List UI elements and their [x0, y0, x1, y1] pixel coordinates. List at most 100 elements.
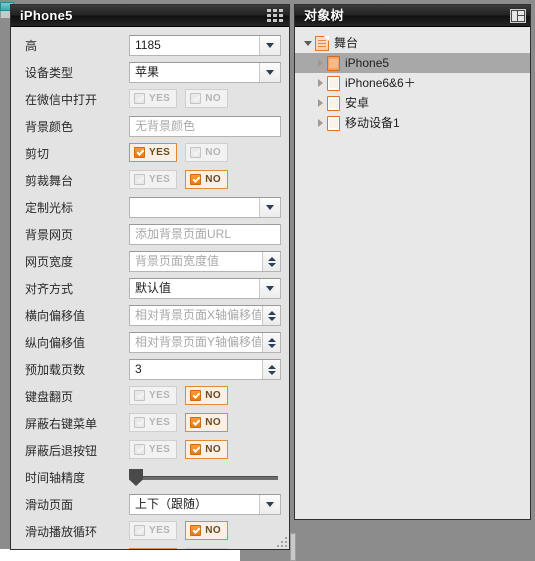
no-label: NO [205, 147, 222, 158]
stepper-arrows[interactable] [262, 306, 280, 325]
tree-node[interactable]: iPhone5 [295, 53, 530, 73]
chevron-up-icon [267, 256, 276, 261]
app-root: iPhone5 高 1185 设备类型 苹果 在微信中打开 YES NO 背景颜色 无背景颜色剪… [0, 0, 535, 561]
object-tree-title: 对象树 [304, 7, 344, 23]
property-field [129, 197, 281, 218]
text-input[interactable]: 无背景颜色 [129, 116, 281, 137]
dropdown-select[interactable]: 苹果 [129, 62, 281, 83]
yes-toggle[interactable]: YES [129, 143, 178, 162]
number-stepper[interactable]: 3 [129, 359, 281, 380]
tree-node[interactable]: iPhone6&6＋ [295, 73, 530, 93]
stepper-arrows[interactable] [262, 252, 280, 271]
chevron-down-icon[interactable] [259, 495, 280, 514]
no-label: NO [205, 174, 222, 185]
property-field: YES NO [129, 521, 281, 542]
number-stepper[interactable]: 相对背景页面Y轴偏移值 [129, 332, 281, 353]
property-field: 3 [129, 359, 281, 380]
yes-toggle[interactable]: YES [129, 170, 178, 189]
object-tree-header[interactable]: 对象树 [295, 5, 530, 27]
number-stepper[interactable]: 背景页面宽度值 [129, 251, 281, 272]
yes-toggle[interactable]: YES [129, 413, 178, 432]
yes-label: YES [149, 93, 171, 104]
property-row: 对齐方式 默认值 [19, 276, 281, 301]
property-row: 屏蔽右键菜单 YES NO [19, 411, 281, 436]
property-row: 背景网页 添加背景页面URL [19, 222, 281, 247]
no-toggle[interactable]: NO [185, 386, 229, 405]
yes-label: YES [149, 417, 171, 428]
properties-panel-header[interactable]: iPhone5 [11, 5, 289, 27]
triangle-down-icon[interactable] [301, 40, 315, 46]
no-toggle[interactable]: NO [185, 143, 229, 162]
tree-node[interactable]: 舞台 [295, 33, 530, 53]
no-toggle[interactable]: NO [185, 170, 229, 189]
no-toggle[interactable]: NO [185, 521, 229, 540]
dropdown-select[interactable]: 上下（跟随） [129, 494, 281, 515]
text-input[interactable]: 添加背景页面URL [129, 224, 281, 245]
yes-toggle[interactable]: YES [129, 521, 178, 540]
property-label: 在微信中打开 [25, 93, 98, 107]
yes-toggle[interactable]: YES [129, 440, 178, 459]
chevron-down-icon[interactable] [259, 63, 280, 82]
slider-track[interactable] [137, 476, 278, 480]
no-label: NO [205, 93, 222, 104]
yes-label: YES [149, 174, 171, 185]
properties-panel-title: iPhone5 [20, 7, 73, 23]
checkbox-icon [134, 174, 145, 185]
property-label: 设备类型 [25, 66, 74, 80]
tree-node[interactable]: 移动设备1 [295, 113, 530, 133]
tree-node-label: iPhone6&6＋ [345, 76, 416, 90]
panel-layout-icon[interactable] [510, 8, 526, 23]
property-row: 背景颜色 无背景颜色 [19, 114, 281, 139]
yes-toggle[interactable]: YES [129, 386, 178, 405]
checkbox-icon [134, 147, 145, 158]
slider-handle[interactable] [129, 469, 143, 486]
chevron-up-icon [267, 310, 276, 315]
property-field: YES NO [129, 170, 281, 191]
triangle-right-icon[interactable] [313, 79, 327, 87]
property-label: 横向偏移值 [25, 309, 86, 323]
stepper-arrows[interactable] [262, 360, 280, 379]
property-label: 背景颜色 [25, 120, 74, 134]
chevron-down-icon[interactable] [259, 279, 280, 298]
property-row: 滑动播放循环 YES NO [19, 519, 281, 544]
grid-dots-icon[interactable] [267, 9, 283, 22]
tree-node-label: 移动设备1 [345, 116, 400, 130]
dropdown-select[interactable]: 1185 [129, 35, 281, 56]
tree-node[interactable]: 安卓 [295, 93, 530, 113]
triangle-right-icon[interactable] [313, 59, 327, 67]
chevron-down-icon [267, 370, 276, 375]
number-stepper[interactable]: 相对背景页面X轴偏移值 [129, 305, 281, 326]
panel-scroll-nub[interactable] [290, 533, 296, 561]
yes-no-toggle-group: YES NO [129, 521, 281, 540]
property-row: 纵向偏移值 相对背景页面Y轴偏移值 [19, 330, 281, 355]
yes-no-toggle-group: YES NO [129, 386, 281, 405]
yes-toggle[interactable]: YES [129, 89, 178, 108]
stepper-arrows[interactable] [262, 333, 280, 352]
no-toggle[interactable]: NO [185, 413, 229, 432]
stepper-value: 相对背景页面X轴偏移值 [135, 308, 261, 322]
no-toggle[interactable]: NO [185, 440, 229, 459]
checkbox-icon [134, 525, 145, 536]
chevron-down-icon[interactable] [259, 36, 280, 55]
no-toggle[interactable]: NO [185, 548, 229, 549]
triangle-right-icon[interactable] [313, 119, 327, 127]
property-label: 屏蔽后退按钮 [25, 444, 98, 458]
chevron-down-icon[interactable] [259, 198, 280, 217]
property-field: 相对背景页面X轴偏移值 [129, 305, 281, 326]
chevron-down-icon [267, 316, 276, 321]
yes-no-toggle-group: YES NO [129, 548, 281, 549]
triangle-right-icon[interactable] [313, 99, 327, 107]
resize-grip[interactable] [277, 537, 287, 547]
chevron-up-icon [267, 364, 276, 369]
chevron-down-icon [267, 262, 276, 267]
dropdown-select[interactable]: 默认值 [129, 278, 281, 299]
property-row: 键盘翻页 YES NO [19, 384, 281, 409]
yes-toggle[interactable]: YES [129, 548, 178, 549]
chevron-up-icon [267, 337, 276, 342]
dropdown-select[interactable] [129, 197, 281, 218]
timeline-precision-slider[interactable] [129, 467, 281, 488]
no-toggle[interactable]: NO [185, 89, 229, 108]
property-field: 无背景颜色 [129, 116, 281, 137]
document-icon [315, 35, 329, 51]
checkbox-icon [190, 417, 202, 428]
